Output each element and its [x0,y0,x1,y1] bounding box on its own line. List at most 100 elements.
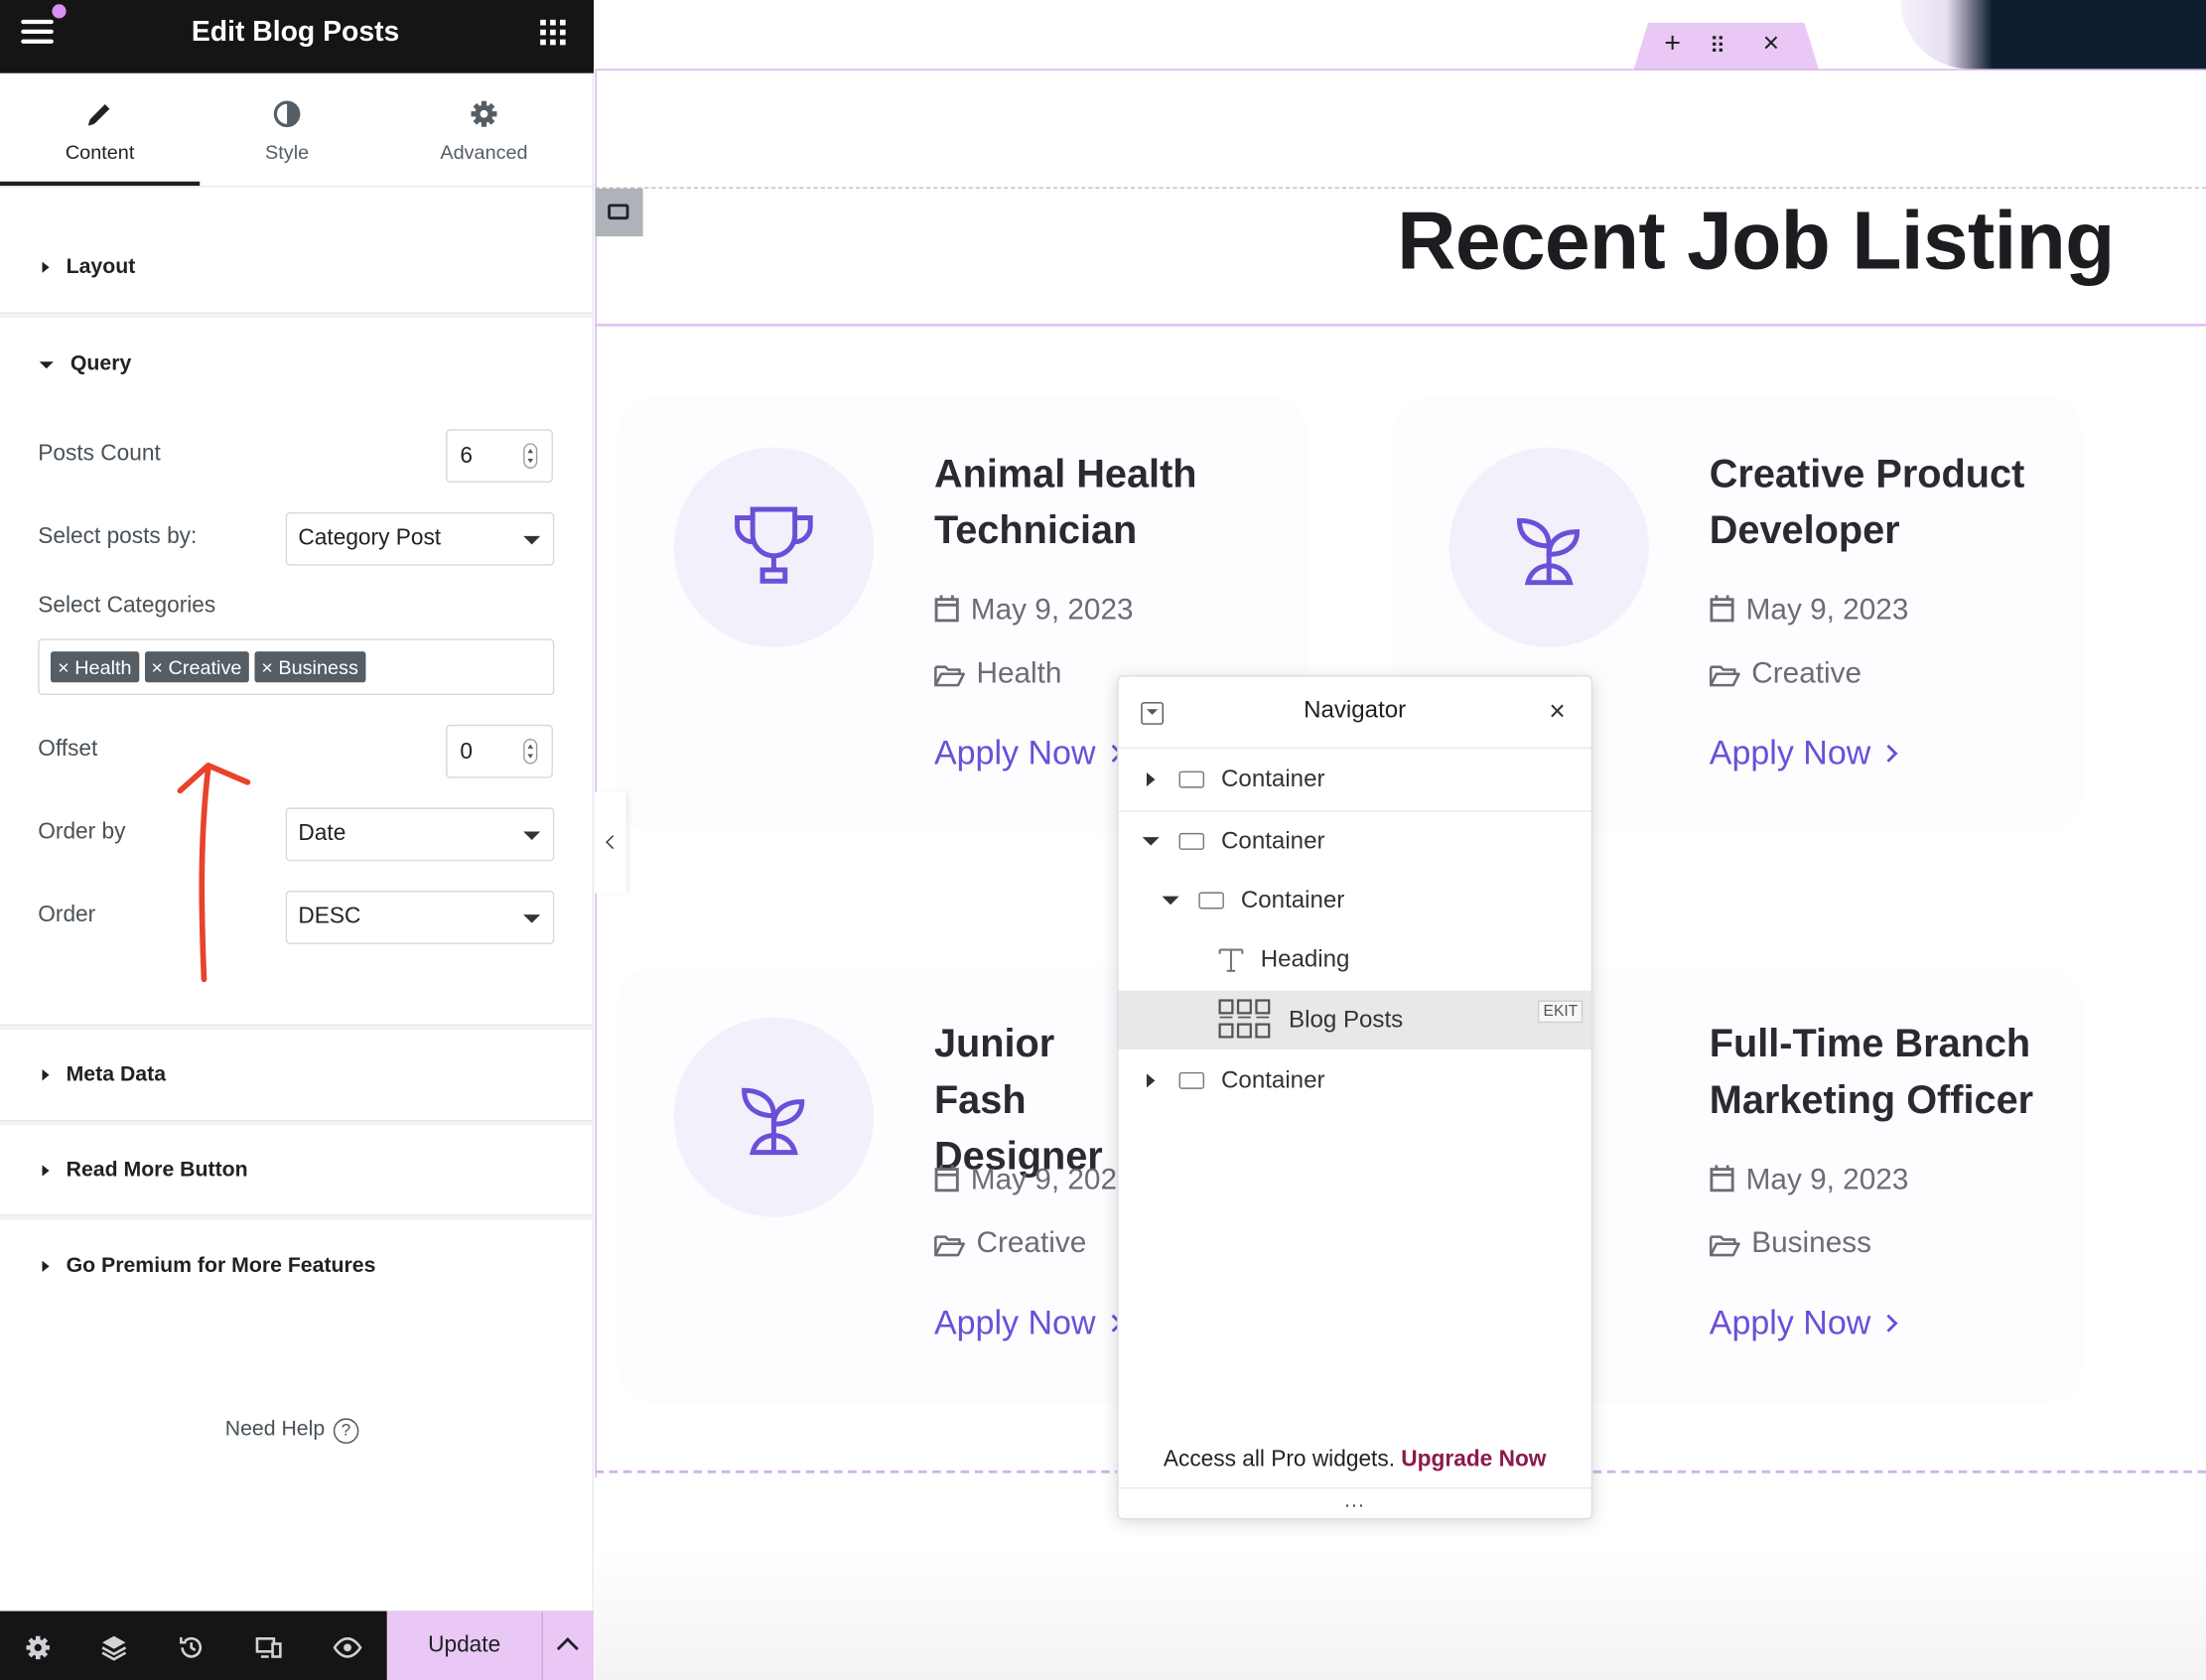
card-category[interactable]: Health [934,657,1061,691]
navigator-item-blog-posts[interactable]: Blog Posts EKIT [1118,990,1591,1050]
navigator-item-label: Container [1221,827,1325,855]
header-image [1900,0,2206,70]
chevron-right-icon [1879,1314,1898,1332]
card-title[interactable]: Animal Health Technician [934,446,1300,558]
chevron-right-icon [1879,744,1898,763]
stepper-icon[interactable] [523,443,538,469]
tab-content[interactable]: Content [0,73,201,187]
navigator-header[interactable]: Navigator × [1118,677,1591,749]
layers-icon[interactable] [98,1632,129,1663]
responsive-icon[interactable] [253,1632,284,1663]
offset-label: Offset [38,737,98,762]
card-date-text: May 9, 2023 [970,594,1134,627]
order-by-dropdown[interactable]: Date [285,807,555,862]
editor-panel: Edit Blog Posts Content Style Advanced L… [0,0,595,1680]
update-button[interactable]: Update [386,1610,542,1680]
card-date-text: May 9, 2023 [1745,594,1909,627]
card-category[interactable]: Creative [1709,657,1861,691]
navigator-item-container[interactable]: Container [1119,750,1591,809]
add-icon[interactable]: + [1664,28,1681,61]
folder-icon [1709,665,1740,687]
categories-select[interactable]: × Health × Creative × Business [38,638,555,696]
folder-icon [934,665,965,687]
container-icon [1198,892,1224,910]
canvas-bottom [595,1547,2206,1680]
need-help-link[interactable]: Need Help? [225,1417,359,1444]
navigator-item-label: Blog Posts [1289,1006,1404,1034]
apply-now-label: Apply Now [1709,1304,1871,1342]
category-tag[interactable]: × Creative [144,651,249,683]
caret-down-icon [39,360,54,368]
preview-eye-icon[interactable] [332,1632,362,1663]
calendar-icon [934,595,959,623]
drag-handle-icon[interactable]: ⠿ [1710,33,1726,61]
collapse-panel-button[interactable] [595,791,626,894]
upgrade-now-link[interactable]: Upgrade Now [1401,1448,1546,1471]
card-date: May 9, 2023 [1710,594,1909,628]
widgets-grid-icon[interactable] [540,19,566,46]
navigator-title: Navigator [1304,696,1407,724]
card-category-text: Business [1751,1226,1872,1260]
navigator-item-container[interactable]: Container [1119,871,1591,930]
card-category[interactable]: Business [1709,1226,1872,1261]
section-read-more[interactable]: Read More Button [42,1158,248,1182]
card-title[interactable]: Creative Product Developer [1710,446,2075,558]
card-title[interactable]: Full-Time Branch Marketing Officer [1710,1016,2075,1128]
apply-now-link[interactable]: Apply Now [933,734,1123,774]
category-tag[interactable]: × Health [51,651,139,683]
calendar-icon [1710,595,1734,623]
history-icon[interactable] [176,1632,207,1663]
caret-right-icon[interactable] [1146,1073,1156,1088]
section-premium-label: Go Premium for More Features [66,1253,376,1278]
gear-icon [471,100,497,127]
stepper-icon[interactable] [523,738,538,765]
tab-advanced[interactable]: Advanced [374,73,594,186]
card-date: May 9, 2023 [934,594,1134,628]
order-by-label: Order by [38,820,126,845]
navigator-resize-handle[interactable]: ... [1118,1486,1591,1518]
apply-now-link[interactable]: Apply Now [934,1305,1123,1344]
apply-now-link[interactable]: Apply Now [1710,735,1898,774]
navigator-item-container[interactable]: Container [1119,1051,1591,1111]
select-by-dropdown[interactable]: Category Post [285,511,555,566]
pencil-icon [87,104,110,126]
section-query[interactable]: Query [39,351,131,375]
card-category[interactable]: Creative [934,1227,1086,1261]
select-by-label: Select posts by: [38,524,198,549]
card-date-text: May 9, 2023 [1745,1163,1909,1196]
section-layout[interactable]: Layout [42,254,135,279]
navigator-item-heading[interactable]: Heading [1119,930,1591,990]
caret-down-icon[interactable] [1162,896,1179,906]
apply-now-label: Apply Now [933,734,1096,772]
calendar-icon [934,1165,959,1192]
order-value: DESC [298,905,361,929]
settings-icon[interactable] [23,1632,54,1663]
contrast-icon [273,100,301,128]
ekit-badge: EKIT [1537,1000,1584,1024]
caret-right-icon [42,261,50,273]
caret-down-icon[interactable] [1142,837,1160,846]
posts-count-input[interactable]: 6 [446,429,553,484]
caret-right-icon[interactable] [1146,771,1156,787]
container-icon [1178,832,1205,850]
text-heading-icon [1218,948,1244,972]
navigator-item-container[interactable]: Container [1119,812,1591,872]
update-options-button[interactable] [541,1610,595,1680]
caret-right-icon [42,1069,50,1081]
tab-style[interactable]: Style [200,73,374,186]
close-icon[interactable]: × [1763,28,1780,61]
apply-now-link[interactable]: Apply Now [1709,1304,1898,1344]
section-toolbar[interactable]: + ⠿ × [1633,22,1820,70]
close-icon[interactable]: × [1549,696,1566,729]
order-dropdown[interactable]: DESC [285,891,555,944]
card-date-text: May 9, 2023 [970,1163,1134,1196]
card-icon-circle [1448,447,1649,647]
category-tag[interactable]: × Business [254,651,365,683]
posts-grid-icon [1218,999,1271,1039]
navigator-item-label: Container [1240,886,1345,913]
container-handle-icon[interactable] [595,188,643,237]
offset-input[interactable]: 0 [446,724,553,778]
section-go-premium[interactable]: Go Premium for More Features [42,1253,376,1278]
section-meta-data[interactable]: Meta Data [42,1062,166,1086]
card-title[interactable]: Junior Fash Designer [934,1016,1146,1185]
